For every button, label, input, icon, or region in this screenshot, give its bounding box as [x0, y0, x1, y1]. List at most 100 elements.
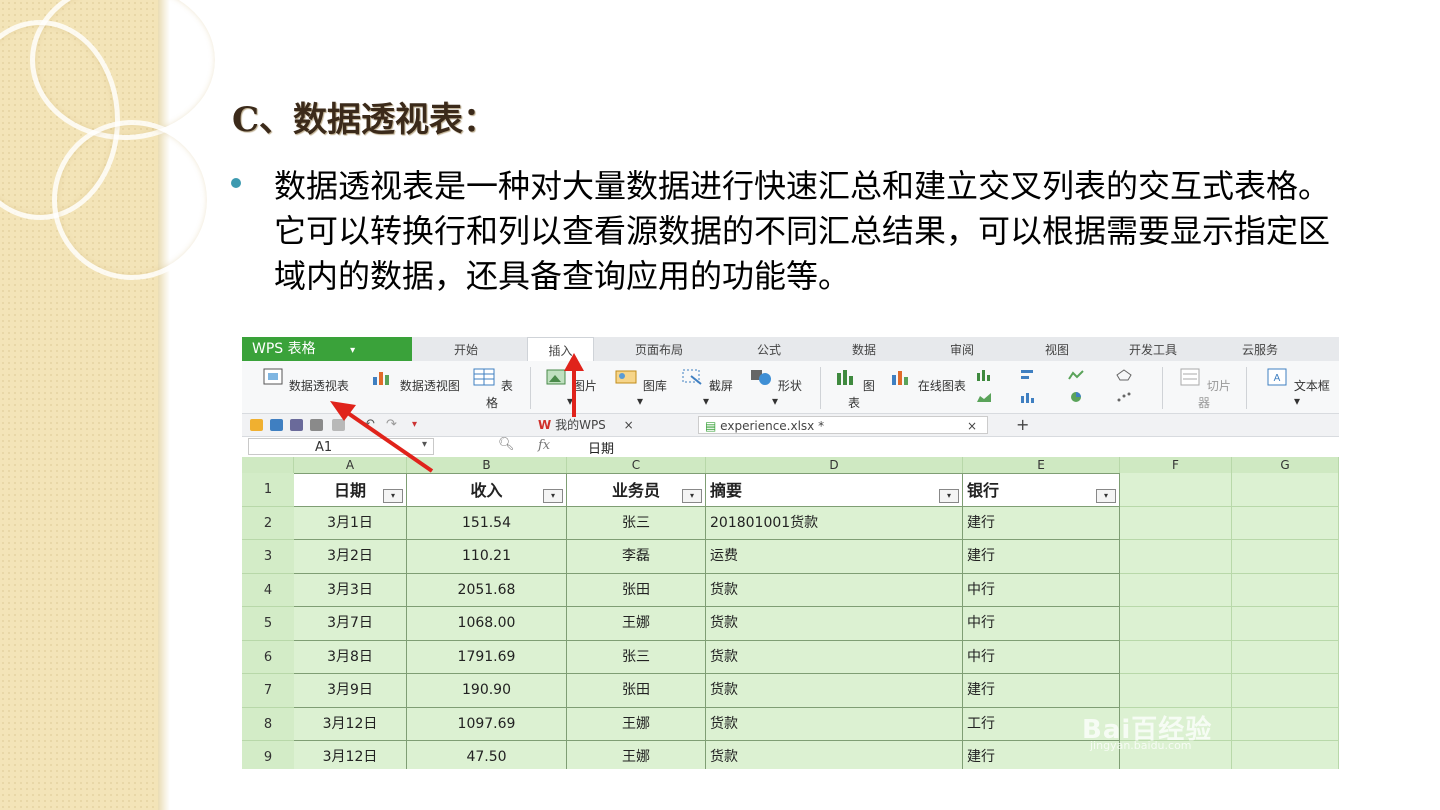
summary-cell[interactable]: 货款 — [706, 607, 963, 641]
date-cell[interactable]: 3月9日 — [294, 674, 407, 708]
date-cell[interactable]: 3月3日 — [294, 573, 407, 607]
row-header[interactable]: 5 — [242, 607, 294, 641]
tab-cloud[interactable]: 云服务 — [1242, 337, 1278, 361]
table-header-cell[interactable]: 摘要 ▾ — [706, 473, 963, 507]
screenshot-button[interactable]: 截屏 ▾ — [678, 367, 734, 408]
salesperson-cell[interactable]: 王娜 — [567, 707, 706, 741]
empty-cell[interactable] — [1120, 540, 1232, 574]
scatter-chart-type-icon[interactable] — [1116, 391, 1132, 403]
date-cell[interactable]: 3月7日 — [294, 607, 407, 641]
pie-chart-type-icon[interactable] — [1068, 391, 1084, 403]
area-chart-type-icon[interactable] — [976, 391, 992, 403]
empty-cell[interactable] — [1120, 506, 1232, 540]
chart-button[interactable]: 图表 — [832, 367, 876, 411]
income-cell[interactable]: 110.21 — [407, 540, 567, 574]
online-chart-button[interactable]: 在线图表 — [886, 367, 968, 394]
formula-input[interactable]: 日期 — [588, 438, 1328, 457]
salesperson-cell[interactable]: 李磊 — [567, 540, 706, 574]
date-cell[interactable]: 3月12日 — [294, 741, 407, 769]
bank-cell[interactable]: 中行 — [963, 607, 1120, 641]
bank-cell[interactable]: 建行 — [963, 506, 1120, 540]
summary-cell[interactable]: 货款 — [706, 741, 963, 769]
empty-cell[interactable] — [1232, 640, 1339, 674]
income-cell[interactable]: 1097.69 — [407, 707, 567, 741]
filter-dropdown-icon[interactable]: ▾ — [543, 488, 563, 503]
income-cell[interactable]: 190.90 — [407, 674, 567, 708]
new-tab-button[interactable]: + — [1016, 416, 1029, 434]
salesperson-cell[interactable]: 张田 — [567, 674, 706, 708]
tab-formula[interactable]: 公式 — [757, 337, 781, 361]
tab-developer[interactable]: 开发工具 — [1129, 337, 1177, 361]
table-header-cell[interactable]: 银行 ▾ — [963, 473, 1120, 507]
slicer-button[interactable]: 切片器 — [1176, 367, 1232, 411]
empty-cell[interactable] — [1120, 640, 1232, 674]
salesperson-cell[interactable]: 王娜 — [567, 607, 706, 641]
row-header[interactable]: 9 — [242, 741, 294, 769]
income-cell[interactable]: 1068.00 — [407, 607, 567, 641]
table-header-cell[interactable]: 业务员 ▾ — [567, 473, 706, 507]
empty-cell[interactable] — [1232, 741, 1339, 769]
summary-cell[interactable]: 货款 — [706, 674, 963, 708]
row-header[interactable]: 3 — [242, 540, 294, 574]
bank-cell[interactable]: 建行 — [963, 540, 1120, 574]
empty-cell[interactable] — [1232, 707, 1339, 741]
salesperson-cell[interactable]: 张三 — [567, 506, 706, 540]
salesperson-cell[interactable]: 张三 — [567, 640, 706, 674]
filter-dropdown-icon[interactable]: ▾ — [939, 488, 959, 503]
tab-review[interactable]: 审阅 — [950, 337, 974, 361]
empty-cell[interactable] — [1120, 473, 1232, 507]
tab-home[interactable]: 开始 — [454, 337, 478, 361]
salesperson-cell[interactable]: 张田 — [567, 573, 706, 607]
tab-data[interactable]: 数据 — [852, 337, 876, 361]
income-cell[interactable]: 47.50 — [407, 741, 567, 769]
zoom-icon[interactable]: 🔍︎ — [498, 437, 515, 452]
salesperson-cell[interactable]: 王娜 — [567, 741, 706, 769]
row-header[interactable]: 6 — [242, 640, 294, 674]
column-header[interactable]: C — [567, 457, 706, 473]
tab-page-layout[interactable]: 页面布局 — [635, 337, 683, 361]
bank-cell[interactable]: 中行 — [963, 573, 1120, 607]
column-chart-type-icon[interactable] — [1020, 391, 1036, 403]
summary-cell[interactable]: 201801001货款 — [706, 506, 963, 540]
open-folder-icon[interactable] — [250, 419, 263, 431]
radar-chart-type-icon[interactable] — [1116, 369, 1132, 381]
column-header[interactable]: E — [963, 457, 1120, 473]
save-icon[interactable] — [270, 419, 283, 431]
summary-cell[interactable]: 货款 — [706, 573, 963, 607]
empty-cell[interactable] — [1232, 506, 1339, 540]
textbox-button[interactable]: A 文本框 ▾ — [1262, 367, 1332, 408]
shapes-button[interactable]: 形状 ▾ — [746, 367, 804, 408]
date-cell[interactable]: 3月2日 — [294, 540, 407, 574]
date-cell[interactable]: 3月8日 — [294, 640, 407, 674]
select-all-corner[interactable] — [242, 457, 294, 473]
row-header[interactable]: 7 — [242, 674, 294, 708]
empty-cell[interactable] — [1232, 573, 1339, 607]
gallery-button[interactable]: 图库 ▾ — [612, 367, 668, 408]
bank-cell[interactable]: 中行 — [963, 640, 1120, 674]
column-header[interactable]: D — [706, 457, 963, 473]
bar-chart-type-icon[interactable] — [976, 369, 992, 381]
filter-dropdown-icon[interactable]: ▾ — [1096, 488, 1116, 503]
hbar-chart-type-icon[interactable] — [1020, 369, 1036, 381]
income-cell[interactable]: 2051.68 — [407, 573, 567, 607]
income-cell[interactable]: 1791.69 — [407, 640, 567, 674]
empty-cell[interactable] — [1120, 607, 1232, 641]
empty-cell[interactable] — [1232, 674, 1339, 708]
column-header[interactable]: F — [1120, 457, 1232, 473]
empty-cell[interactable] — [1232, 473, 1339, 507]
empty-cell[interactable] — [1232, 607, 1339, 641]
empty-cell[interactable] — [1120, 573, 1232, 607]
filter-dropdown-icon[interactable]: ▾ — [682, 488, 702, 503]
tab-view[interactable]: 视图 — [1045, 337, 1069, 361]
column-header[interactable]: G — [1232, 457, 1339, 473]
summary-cell[interactable]: 货款 — [706, 707, 963, 741]
summary-cell[interactable]: 货款 — [706, 640, 963, 674]
bank-cell[interactable]: 建行 — [963, 674, 1120, 708]
close-file-tab-icon[interactable]: × — [967, 417, 977, 435]
empty-cell[interactable] — [1120, 674, 1232, 708]
row-header[interactable]: 1 — [242, 473, 294, 507]
line-chart-type-icon[interactable] — [1068, 369, 1084, 381]
wps-app-button[interactable]: WPS 表格 ▾ — [242, 337, 412, 361]
empty-cell[interactable] — [1232, 540, 1339, 574]
date-cell[interactable]: 3月12日 — [294, 707, 407, 741]
